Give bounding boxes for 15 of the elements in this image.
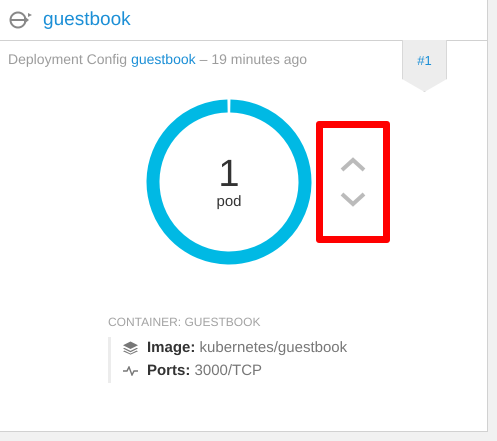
pod-count: 1 (218, 154, 240, 192)
scale-down-button[interactable] (339, 191, 367, 207)
version-badge: #1 (402, 40, 447, 92)
pod-label: pod (216, 192, 242, 210)
deployment-link[interactable]: guestbook (131, 51, 196, 67)
deployment-type: Deployment Config (8, 51, 128, 67)
layers-icon (123, 340, 138, 354)
container-detail: Image: kubernetes/guestbook (147, 339, 348, 356)
container-detail: Ports: 3000/TCP (147, 362, 262, 379)
rotate-arrow-icon (8, 10, 34, 30)
scale-up-button[interactable] (339, 157, 367, 173)
container-heading: CONTAINER: GUESTBOOK (108, 315, 262, 329)
pulse-icon (123, 366, 138, 376)
header-title[interactable]: guestbook (43, 9, 131, 31)
deployment-age: – 19 minutes ago (200, 51, 308, 67)
